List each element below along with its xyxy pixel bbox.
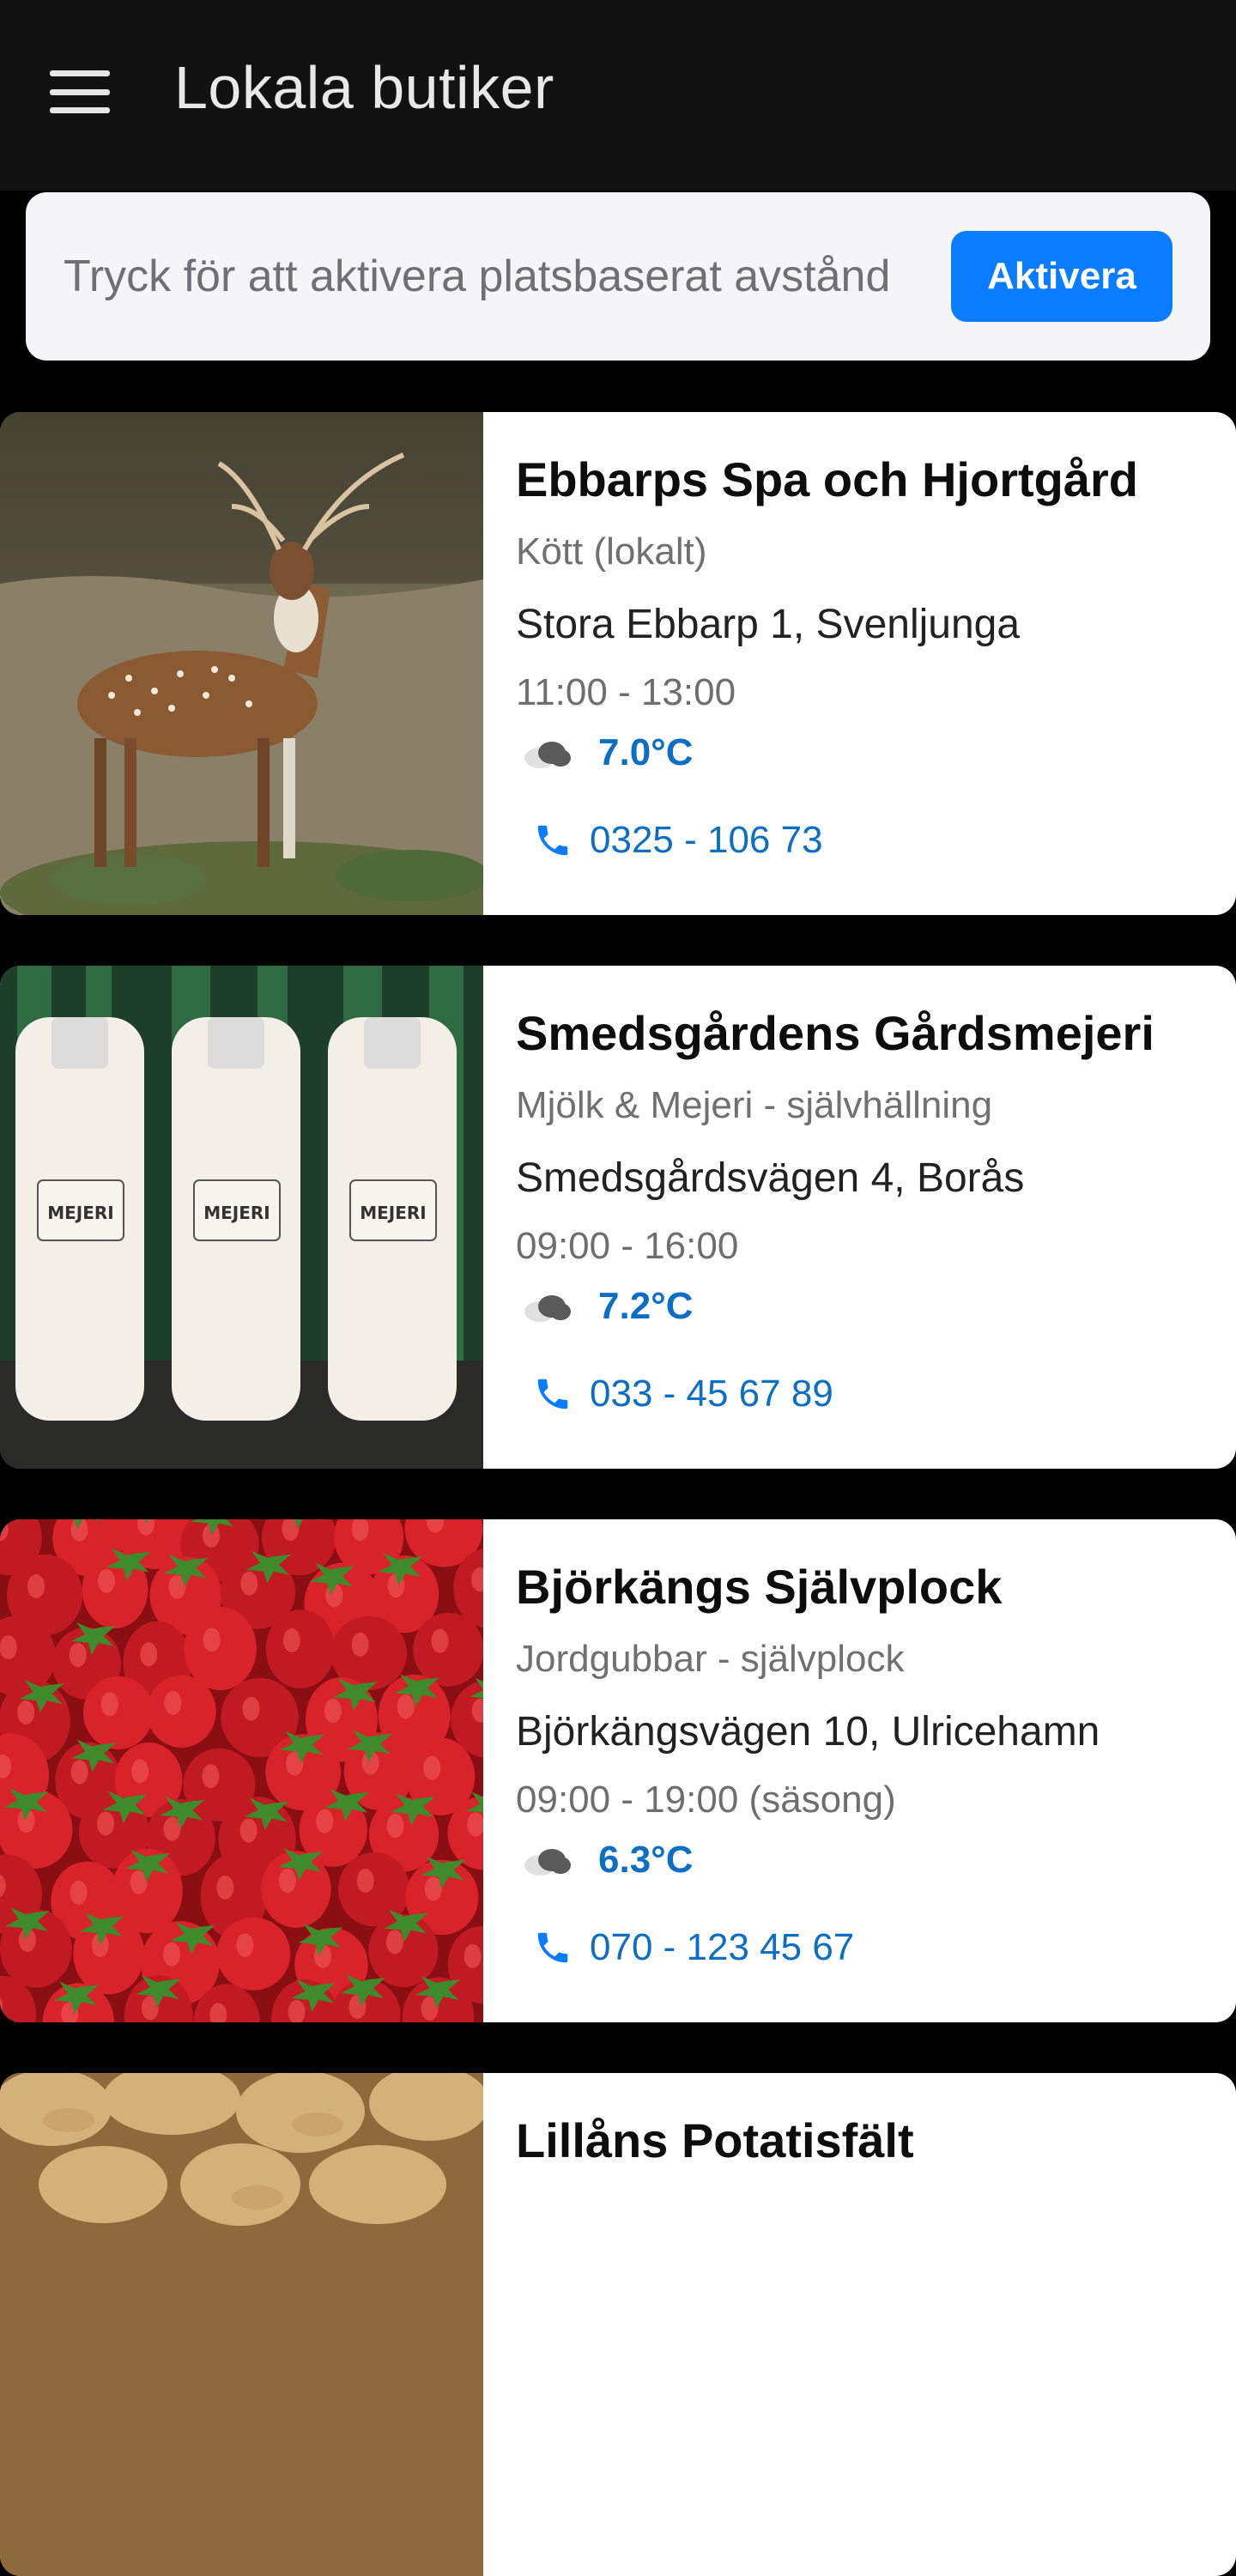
shop-card[interactable]: Lillåns Potatisfält (0, 2073, 1236, 2576)
milk-bottles-photo: MEJERI MEJERI MEJERI (0, 966, 483, 1469)
shop-name: Smedsgårdens Gårdsmejeri (516, 1006, 1154, 1060)
temperature: 7.2°C (598, 1285, 694, 1327)
menu-icon[interactable] (50, 70, 110, 113)
potatoes-photo (0, 2073, 483, 2576)
shop-category: Kött (lokalt) (516, 530, 707, 573)
phone-number: 033 - 45 67 89 (590, 1373, 833, 1415)
shop-name: Björkängs Självplock (516, 1560, 1003, 1614)
phone-link[interactable]: 0325 - 106 73 (533, 819, 823, 862)
shop-category: Jordgubbar - självplock (516, 1638, 905, 1680)
phone-link[interactable]: 033 - 45 67 89 (533, 1373, 833, 1415)
location-prompt-text: Tryck för att aktivera platsbaserat avst… (64, 252, 891, 301)
shop-card[interactable]: Björkängs Självplock Jordgubbar - självp… (0, 1519, 1236, 2022)
phone-icon (537, 825, 568, 856)
shop-hours: 09:00 - 19:00 (säsong) (516, 1779, 896, 1821)
shop-address: Björkängsvägen 10, Ulricehamn (516, 1709, 1100, 1755)
temperature: 7.0°C (598, 731, 694, 773)
shop-category: Mjölk & Mejeri - självhällning (516, 1084, 993, 1126)
cloud-icon (524, 742, 571, 768)
shop-card[interactable]: Ebbarps Spa och Hjortgård Kött (lokalt) … (0, 412, 1236, 915)
phone-link[interactable]: 070 - 123 45 67 (533, 1926, 854, 1969)
shop-name: Lillåns Potatisfält (516, 2113, 914, 2167)
shop-hours: 09:00 - 16:00 (516, 1225, 739, 1267)
weather-row: 7.2°C (523, 1285, 694, 1328)
location-banner: Tryck för att aktivera platsbaserat avst… (26, 192, 1210, 361)
strawberries-photo (0, 1519, 483, 2022)
weather-row: 6.3°C (523, 1839, 694, 1882)
activate-location-button[interactable]: Aktivera (951, 231, 1172, 322)
temperature: 6.3°C (598, 1839, 694, 1881)
app-bar: Lokala butiker (0, 0, 1236, 191)
shop-address: Stora Ebbarp 1, Svenljunga (516, 602, 1021, 647)
shop-name: Ebbarps Spa och Hjortgård (516, 452, 1138, 506)
shop-hours: 11:00 - 13:00 (516, 671, 736, 713)
bottle-label: MEJERI (47, 1203, 114, 1223)
cloud-icon (524, 1295, 571, 1322)
phone-icon (537, 1379, 568, 1409)
shop-address: Smedsgårdsvägen 4, Borås (516, 1155, 1025, 1201)
cloud-icon (524, 1849, 571, 1876)
weather-row: 7.0°C (523, 731, 694, 774)
page-title: Lokala butiker (174, 54, 554, 121)
phone-icon (537, 1932, 568, 1963)
deer-photo (0, 412, 483, 915)
bottle-label: MEJERI (360, 1203, 427, 1223)
bottle-label: MEJERI (203, 1203, 270, 1223)
phone-number: 070 - 123 45 67 (590, 1926, 855, 1968)
phone-number: 0325 - 106 73 (590, 819, 823, 861)
shop-card[interactable]: MEJERI MEJERI MEJERI Smedsgårdens Gårdsm… (0, 966, 1236, 1469)
